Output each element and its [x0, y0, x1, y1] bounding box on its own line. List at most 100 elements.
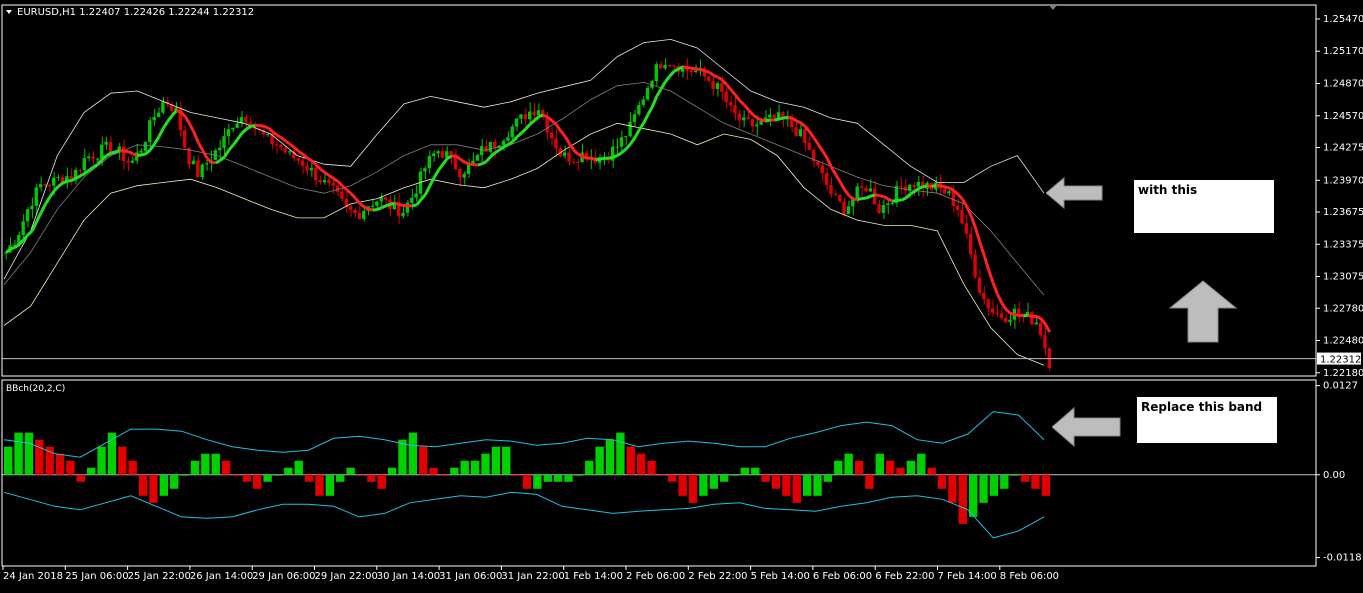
price-panel	[2, 39, 1316, 371]
candle-body	[340, 192, 343, 199]
candle-body	[899, 186, 902, 187]
moving-average-segment	[618, 153, 622, 156]
candle-body	[864, 188, 867, 192]
indicator-bar	[471, 461, 479, 475]
dropdown-triangle-icon	[6, 10, 12, 14]
moving-average-segment	[932, 185, 936, 186]
candle-body	[856, 186, 859, 198]
candle-body	[375, 201, 378, 205]
candle-body	[672, 66, 675, 67]
indicator-bar	[409, 433, 417, 475]
moving-average-segment	[98, 160, 102, 165]
candle-body	[524, 114, 527, 119]
candle-body	[777, 112, 780, 118]
indicator-bar	[876, 454, 884, 475]
moving-average-segment	[133, 154, 137, 156]
candle-body	[126, 161, 129, 163]
indicator-bar	[201, 454, 209, 475]
indicator-bar	[429, 468, 437, 475]
candle-body	[56, 177, 59, 178]
moving-average-segment	[709, 72, 713, 75]
candle-body	[476, 155, 479, 161]
moving-average-segment	[434, 170, 438, 177]
candle-body	[87, 157, 90, 159]
moving-average-segment	[845, 190, 849, 196]
candle-body	[690, 70, 693, 72]
candle-body	[746, 117, 749, 119]
indicator-bar	[191, 461, 199, 475]
moving-average-segment	[76, 176, 80, 178]
moving-average-segment	[539, 115, 543, 116]
indicator-bar	[658, 475, 666, 476]
moving-average-segment	[849, 196, 853, 200]
candle-body	[96, 159, 99, 160]
moving-average-segment	[329, 176, 333, 179]
annotation-with-this-text: with this	[1138, 183, 1197, 197]
moving-average-segment	[216, 160, 220, 162]
candle-body	[1039, 323, 1042, 335]
candle-body	[332, 183, 335, 186]
candle-body	[834, 194, 837, 195]
moving-average-segment	[347, 190, 351, 194]
candle-body	[436, 151, 439, 153]
moving-average-segment	[967, 207, 971, 216]
xtick-label: 2 Feb 06:00	[626, 571, 685, 582]
moving-average-segment	[949, 188, 953, 190]
moving-average-segment	[482, 161, 486, 163]
moving-average-segment	[740, 101, 744, 105]
candle-body	[384, 197, 387, 200]
indicator-bar	[160, 475, 168, 496]
indicator-bar	[25, 433, 33, 475]
price-ytick-label: 1.23970	[1323, 175, 1363, 186]
moving-average-segment	[1006, 309, 1010, 313]
price-ytick-label: 1.24275	[1323, 142, 1363, 153]
xtick-label: 1 Feb 14:00	[564, 571, 623, 582]
candle-body	[550, 132, 553, 138]
candle-body	[969, 234, 972, 255]
indicator-bar	[741, 468, 749, 475]
candle-body	[48, 185, 51, 186]
indicator-bar	[450, 468, 458, 475]
candle-body	[235, 123, 238, 127]
candle-body	[882, 205, 885, 213]
indicator-bar	[886, 461, 894, 475]
moving-average-segment	[430, 178, 434, 186]
moving-average-segment	[871, 195, 875, 196]
candle-body	[244, 117, 247, 122]
candle-body	[480, 146, 483, 155]
candle-body	[35, 187, 38, 206]
price-panel-frame	[2, 5, 1316, 376]
indicator-ytick-label: 0.0127	[1323, 381, 1358, 392]
candle-body	[371, 206, 374, 207]
moving-average-segment	[652, 96, 656, 106]
candle-body	[310, 168, 313, 170]
candle-body	[458, 169, 461, 178]
candle-body	[554, 138, 557, 148]
moving-average-segment	[438, 165, 442, 171]
indicator-bar	[647, 461, 655, 475]
indicator-bar	[699, 475, 707, 496]
indicator-bar	[4, 447, 12, 475]
chart-canvas[interactable]: 1.254701.251701.248701.245701.242751.239…	[0, 0, 1363, 589]
moving-average-segment	[980, 243, 984, 256]
moving-average-segment	[609, 157, 613, 158]
moving-average-segment	[578, 154, 582, 156]
candle-body	[314, 168, 317, 180]
xtick-label: 25 Jan 06:00	[65, 571, 128, 582]
indicator-bar	[274, 475, 282, 476]
moving-average-segment	[687, 68, 691, 69]
moving-average-segment	[827, 158, 831, 167]
moving-average-segment	[997, 294, 1001, 303]
moving-average-segment	[657, 89, 661, 97]
moving-average-segment	[425, 186, 429, 195]
indicator-bar	[66, 461, 74, 475]
moving-average-segment	[766, 120, 770, 121]
candle-body	[615, 147, 618, 148]
mt4-chart-window[interactable]: 1.254701.251701.248701.245701.242751.239…	[0, 0, 1363, 589]
indicator-bar	[544, 475, 552, 482]
moving-average-segment	[294, 148, 298, 152]
moving-average-segment	[727, 85, 731, 90]
candle-body	[1008, 320, 1011, 322]
indicator-lower-band	[4, 492, 1044, 538]
indicator-bar	[512, 475, 520, 476]
